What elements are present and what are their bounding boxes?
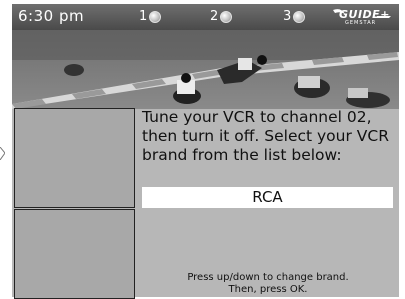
live-video-preview [12, 30, 399, 109]
tv-screen: 6:30 pm 1 2 3 GUIDE+ GEMSTAR Tune your V… [12, 4, 399, 299]
clock: 6:30 pm [18, 7, 85, 25]
slot-2-indicator-icon [220, 10, 233, 23]
side-marker-icon [0, 147, 5, 160]
slot-2[interactable]: 2 [210, 9, 233, 24]
ad-panel-bottom [14, 209, 135, 299]
help-line-1: Press up/down to change brand. [187, 272, 349, 283]
slot-3[interactable]: 3 [283, 9, 306, 24]
slot-1[interactable]: 1 [139, 9, 162, 24]
setup-instructions: Tune your VCR to channel 02, then turn i… [142, 108, 389, 164]
help-line-2: Then, press OK. [228, 284, 308, 295]
help-text: Press up/down to change brand. Then, pre… [142, 272, 394, 296]
slot-1-indicator-icon [149, 10, 162, 23]
motorcycle-race-scene [12, 30, 399, 109]
ad-panel-top [14, 108, 135, 208]
status-bar: 6:30 pm 1 2 3 GUIDE+ GEMSTAR [12, 4, 399, 30]
gemstar-guide-logo: GUIDE+ GEMSTAR [331, 8, 393, 26]
vcr-brand-selector[interactable]: RCA [142, 187, 393, 208]
slot-3-indicator-icon [293, 10, 306, 23]
